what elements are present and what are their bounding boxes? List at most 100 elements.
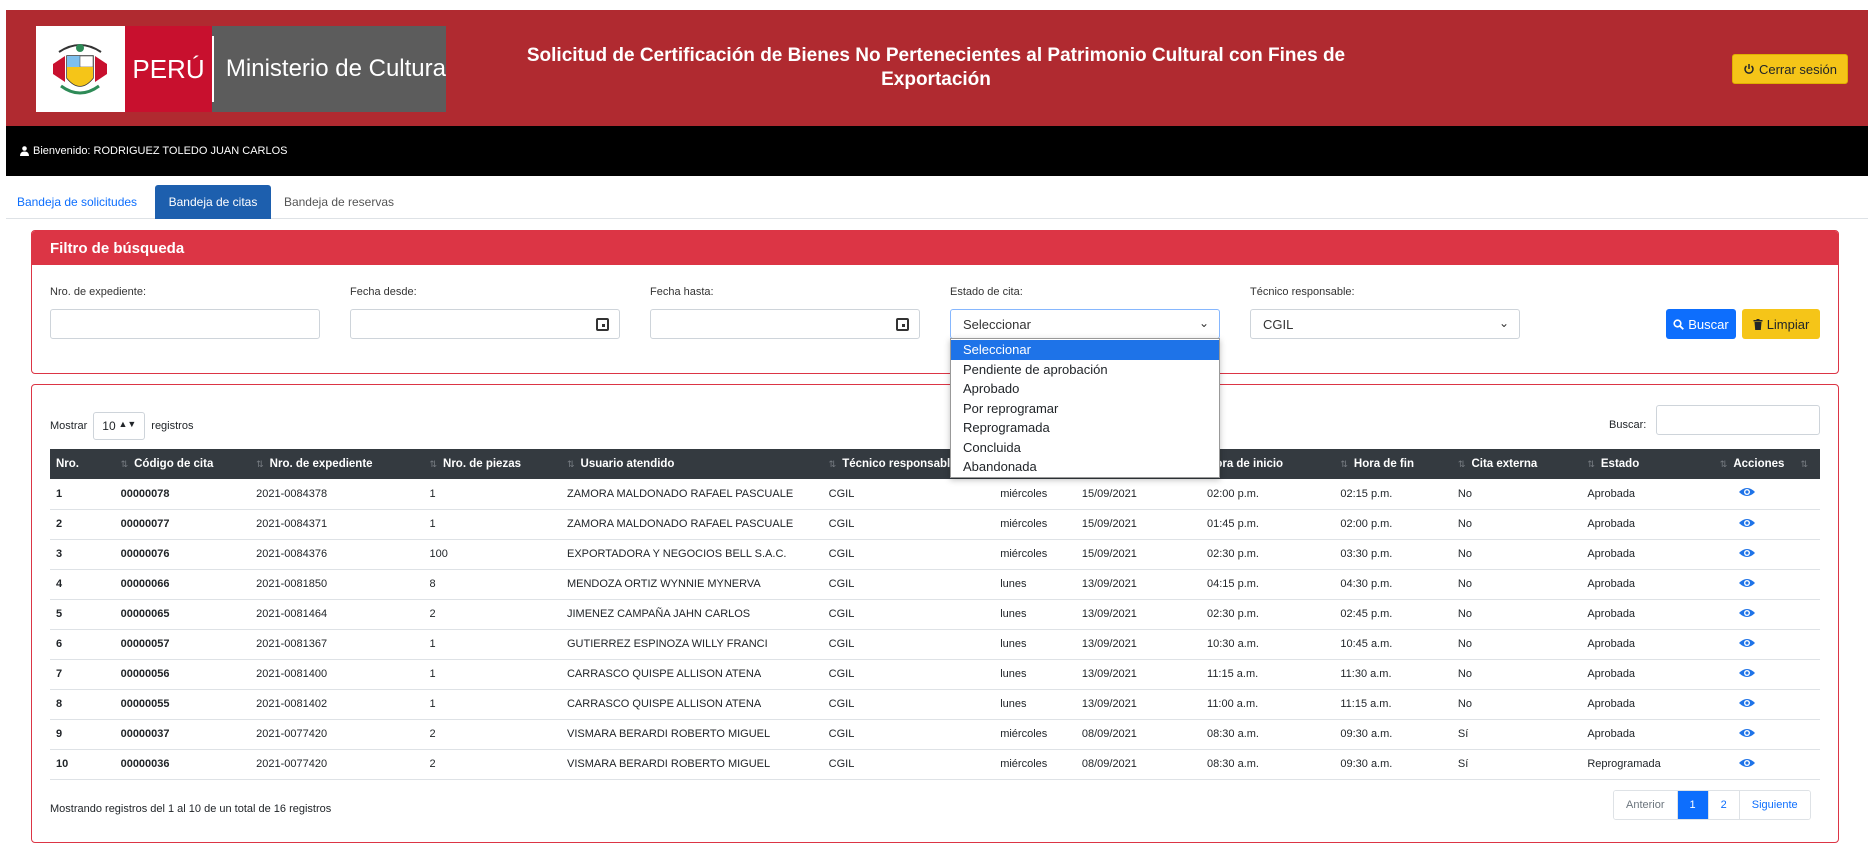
- cell-piezas: 1: [429, 698, 436, 710]
- estado-option-abandonada[interactable]: Abandonada: [951, 457, 1219, 477]
- cell-cita-externa: Sí: [1457, 758, 1469, 770]
- table-body: 1 00000078 2021-0084378 1 ZAMORA MALDONADO R…: [50, 479, 1820, 779]
- col-usuario[interactable]: ⇅ Usuario atendido: [561, 449, 823, 479]
- limpiar-button[interactable]: Limpiar: [1742, 309, 1820, 339]
- cell-cita-externa: No: [1457, 668, 1472, 680]
- sort-icon: ⇅: [1457, 459, 1466, 469]
- page-length-select[interactable]: 10 ▲▼: [93, 412, 146, 440]
- cell-cita-externa: No: [1457, 608, 1472, 620]
- cell-expediente: 2021-0084371: [256, 518, 328, 530]
- cell-usuario: CARRASCO QUISPE ALLISON ATENA: [566, 698, 762, 710]
- fecha-desde-input[interactable]: [350, 309, 620, 339]
- prev-page-button[interactable]: Anterior: [1614, 791, 1678, 819]
- cell-tecnico: CGIL: [828, 698, 855, 710]
- col-cita-externa[interactable]: ⇅ Cita externa: [1452, 449, 1581, 479]
- cell-fecha: 15/09/2021: [1081, 518, 1137, 530]
- estado-select[interactable]: Seleccionar ⌄: [950, 309, 1220, 339]
- col-acciones[interactable]: ⇅ Acciones ⇅: [1714, 449, 1820, 479]
- calendar-icon[interactable]: [896, 318, 909, 331]
- next-page-button[interactable]: Siguiente: [1739, 791, 1810, 819]
- col-nro[interactable]: Nro.: [50, 449, 115, 479]
- calendar-icon[interactable]: [596, 318, 609, 331]
- cell-codigo: 00000065: [120, 608, 170, 620]
- eye-icon[interactable]: [1738, 727, 1756, 739]
- welcome-bar: Bienvenido: RODRIGUEZ TOLEDO JUAN CARLOS: [6, 126, 1868, 176]
- col-piezas[interactable]: ⇅ Nro. de piezas: [423, 449, 561, 479]
- tecnico-select-value: CGIL: [1263, 316, 1294, 332]
- expediente-input[interactable]: [50, 309, 320, 339]
- cell-hora-inicio: 02:00 p.m.: [1207, 487, 1259, 500]
- estado-option-pendiente[interactable]: Pendiente de aprobación: [951, 360, 1219, 380]
- sort-icon: ⇅: [1587, 459, 1595, 469]
- estado-option-concluida[interactable]: Concluida: [951, 438, 1219, 458]
- cell-estado: Aprobada: [1587, 487, 1636, 500]
- fecha-hasta-input[interactable]: [650, 309, 920, 339]
- cell-hora-fin: 10:45 a.m.: [1340, 638, 1393, 650]
- cell-nro: 1: [56, 487, 63, 500]
- estado-option-reprogramada[interactable]: Reprogramada: [951, 418, 1219, 438]
- cell-fecha: 15/09/2021: [1081, 548, 1137, 560]
- cell-hora-fin: 02:45 p.m.: [1340, 608, 1393, 620]
- cell-piezas: 1: [429, 487, 436, 500]
- cell-hora-fin: 11:15 a.m.: [1340, 698, 1392, 710]
- sort-icon: ⇅: [429, 459, 438, 469]
- cell-acciones: [1714, 719, 1820, 749]
- eye-icon[interactable]: [1738, 486, 1756, 498]
- cell-fecha: 13/09/2021: [1081, 638, 1137, 650]
- sort-icon: ⇅: [1340, 459, 1348, 469]
- eye-icon[interactable]: [1738, 697, 1756, 709]
- cell-fecha: 13/09/2021: [1081, 578, 1137, 590]
- cell-expediente: 2021-0081850: [256, 578, 328, 590]
- page-1-button[interactable]: 1: [1677, 791, 1709, 819]
- brand-country: PERÚ: [124, 26, 213, 112]
- cell-usuario: CARRASCO QUISPE ALLISON ATENA: [566, 668, 762, 680]
- logout-button[interactable]: Cerrar sesión: [1732, 54, 1848, 84]
- cell-expediente: 2021-0081464: [256, 608, 328, 620]
- col-expediente[interactable]: ⇅ Nro. de expediente: [250, 449, 423, 479]
- eye-icon[interactable]: [1738, 577, 1756, 589]
- cell-estado: Aprobada: [1587, 608, 1636, 620]
- table-header-row: Nro. ⇅ Código de cita ⇅ Nro. de expediente…: [50, 449, 1820, 479]
- cell-dia: lunes: [1000, 668, 1027, 680]
- cell-piezas: 100: [429, 548, 448, 560]
- cell-nro: 4: [56, 578, 63, 590]
- estado-option-seleccionar[interactable]: Seleccionar: [951, 340, 1219, 360]
- cell-codigo: 00000036: [120, 758, 170, 770]
- tecnico-select[interactable]: CGIL ⌄: [1250, 309, 1520, 339]
- eye-icon[interactable]: [1738, 517, 1756, 529]
- buscar-button[interactable]: Buscar: [1666, 309, 1736, 339]
- col-estado[interactable]: ⇅ Estado: [1581, 449, 1713, 479]
- app-header: PERÚ Ministerio de Cultura Solicitud de …: [6, 10, 1868, 126]
- tab-bandeja-citas[interactable]: Bandeja de citas: [155, 185, 271, 219]
- estado-option-aprobado[interactable]: Aprobado: [951, 379, 1219, 399]
- col-hora-inicio[interactable]: Hora de inicio: [1201, 449, 1334, 479]
- tab-bandeja-solicitudes[interactable]: Bandeja de solicitudes: [16, 185, 138, 219]
- eye-icon[interactable]: [1738, 607, 1756, 619]
- cell-acciones: [1714, 599, 1820, 629]
- cell-codigo: 00000037: [120, 728, 170, 740]
- col-hora-fin[interactable]: ⇅ Hora de fin: [1334, 449, 1452, 479]
- table-row: 10 00000036 2021-0077420 2 VISMARA BERARDI R…: [50, 749, 1820, 779]
- cell-expediente: 2021-0081402: [256, 698, 328, 710]
- cell-hora-inicio: 04:15 p.m.: [1207, 578, 1259, 590]
- cell-acciones: [1714, 659, 1820, 689]
- pagination: Anterior 1 2 Siguiente: [1613, 790, 1811, 820]
- eye-icon[interactable]: [1738, 667, 1756, 679]
- cell-hora-inicio: 01:45 p.m.: [1207, 518, 1259, 530]
- table-search-input[interactable]: [1656, 405, 1820, 435]
- eye-icon[interactable]: [1738, 547, 1756, 559]
- col-codigo[interactable]: ⇅ Código de cita: [115, 449, 251, 479]
- cell-dia: miércoles: [1000, 487, 1048, 500]
- trash-icon: [1753, 318, 1763, 330]
- tecnico-label: Técnico responsable:: [1250, 286, 1355, 298]
- page-title: Solicitud de Certificación de Bienes No …: [526, 45, 1346, 90]
- estado-option-por-reprogramar[interactable]: Por reprogramar: [951, 399, 1219, 419]
- cell-piezas: 1: [429, 668, 436, 680]
- page-2-button[interactable]: 2: [1708, 791, 1740, 819]
- sort-icon: ⇅: [1719, 459, 1728, 469]
- cell-acciones: [1714, 569, 1820, 599]
- eye-icon[interactable]: [1738, 757, 1756, 769]
- eye-icon[interactable]: [1738, 637, 1756, 649]
- tab-bandeja-reservas[interactable]: Bandeja de reservas: [282, 185, 396, 219]
- cell-cita-externa: No: [1457, 578, 1472, 590]
